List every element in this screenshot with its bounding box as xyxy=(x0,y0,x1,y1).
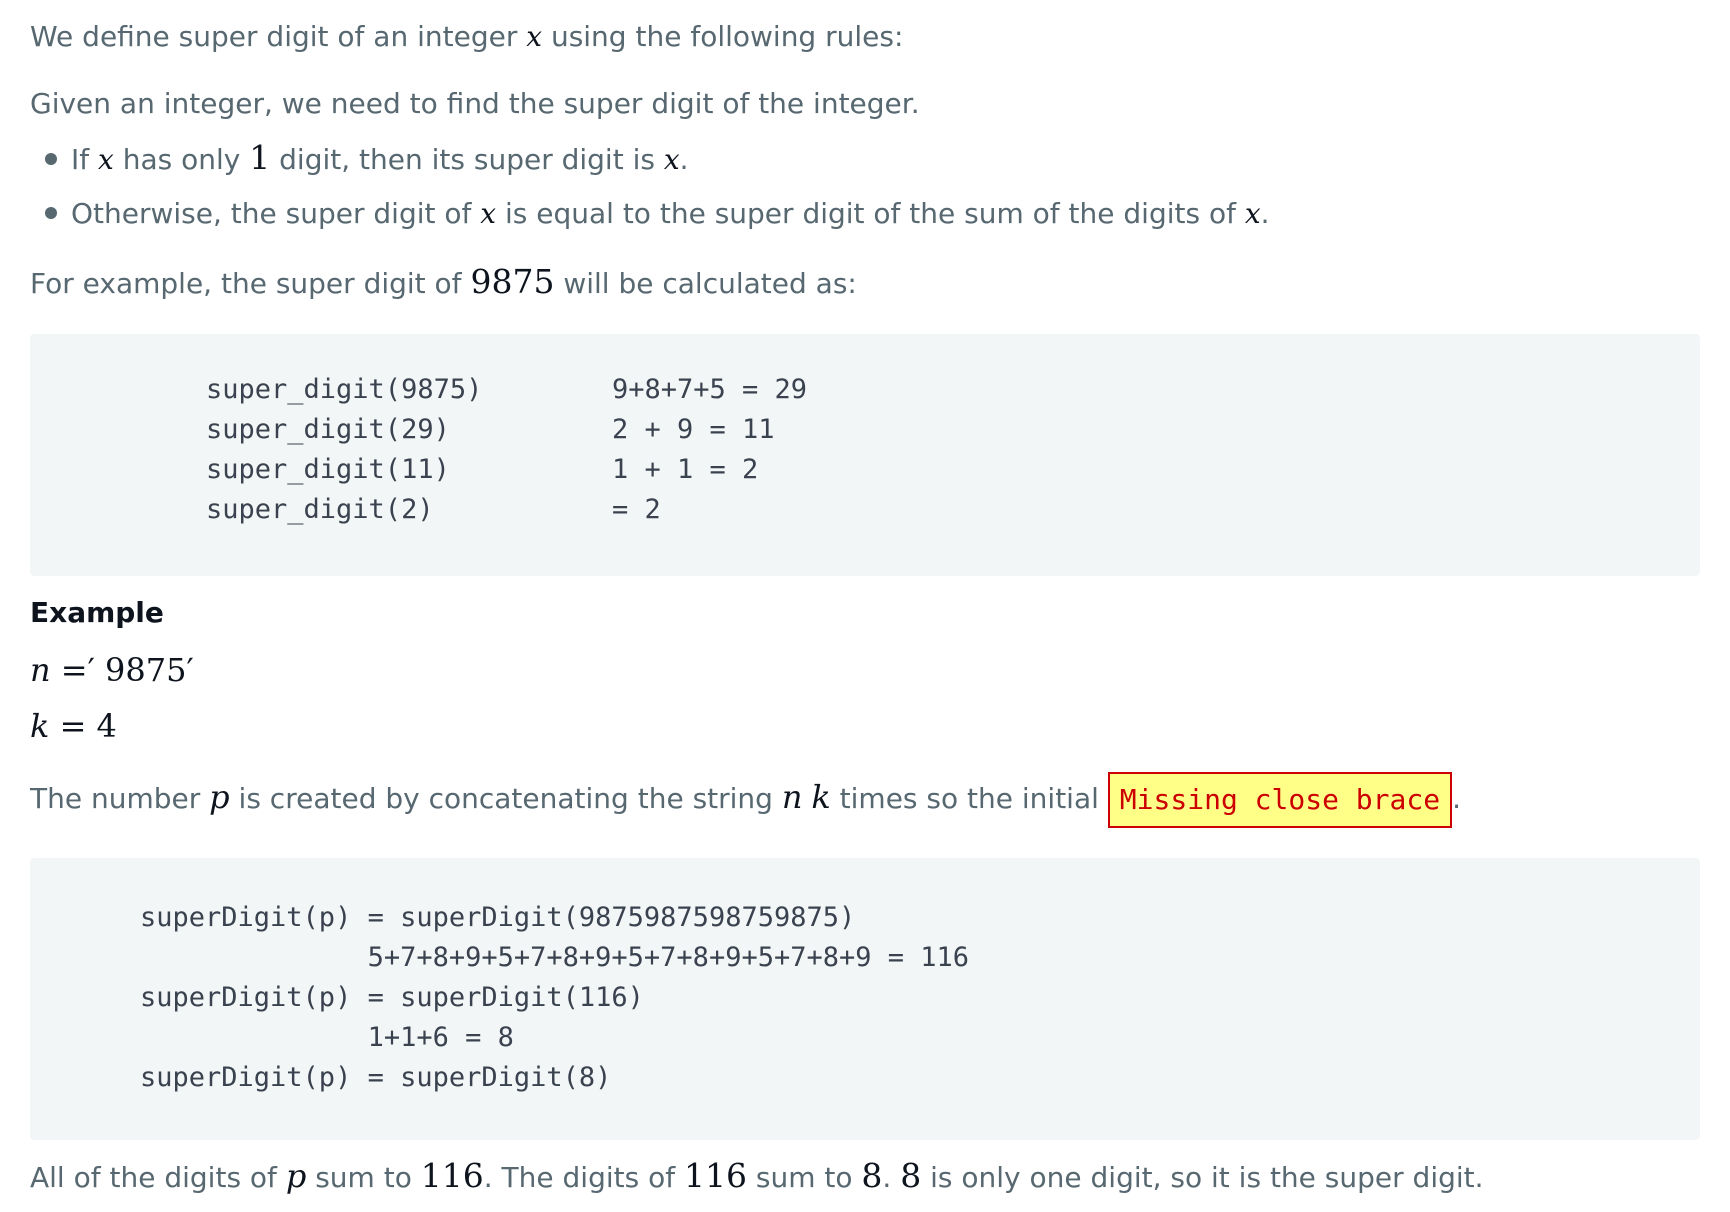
example-heading: Example xyxy=(30,596,164,629)
intro-text: We define super digit of an integer xyxy=(30,20,527,53)
code-line: superDigit(p) = superDigit(9875987598759… xyxy=(140,902,856,933)
math-var-n: n xyxy=(30,651,51,689)
math-render-error-box: Missing close brace xyxy=(1107,772,1453,828)
code-line: = 2 xyxy=(612,494,661,525)
code-block-left-column: super_digit(9875) super_digit(29) super_di… xyxy=(206,370,482,530)
math-number: 116 xyxy=(683,1156,747,1195)
math-var-x: x xyxy=(98,143,114,176)
code-block-calculation: superDigit(p) = superDigit(9875987598759… xyxy=(30,858,1700,1140)
math-number: 8 xyxy=(861,1156,883,1195)
conclusion-text: sum to xyxy=(306,1161,421,1194)
code-line: superDigit(p) = superDigit(8) xyxy=(140,1062,612,1093)
math-var-x: x xyxy=(480,197,497,230)
conclusion-text: . The digits of xyxy=(483,1161,684,1194)
assignment-k: k = 4 xyxy=(30,706,117,746)
code-line: 5+7+8+9+5+7+8+9+5+7+8+9+5+7+8+9 = 116 xyxy=(140,942,970,973)
code-line: super_digit(11) xyxy=(206,454,450,485)
math-var-x: x xyxy=(526,20,543,53)
math-var-k: k xyxy=(811,778,831,816)
code-line: 1+1+6 = 8 xyxy=(140,1022,514,1053)
rule-item-1: If x has only 1 digit, then its super di… xyxy=(30,138,689,180)
math-number: 8 xyxy=(900,1156,922,1195)
math-prime: ′ xyxy=(186,651,194,689)
code-block-right-column: 9+8+7+5 = 29 2 + 9 = 11 1 + 1 = 2 = 2 xyxy=(612,370,807,530)
math-number: 116 xyxy=(420,1156,484,1195)
concat-text: . xyxy=(1452,782,1461,815)
code-line: superDigit(p) = superDigit(116) xyxy=(140,982,644,1013)
bullet-dot xyxy=(45,153,57,165)
intro-definition: We define super digit of an integer x us… xyxy=(30,17,903,57)
concat-explanation: The number p is created by concatenating… xyxy=(30,772,1461,828)
conclusion-text: All of the digits of xyxy=(30,1161,286,1194)
code-block-example: super_digit(9875) super_digit(29) super_di… xyxy=(30,334,1700,576)
code-block-lines: superDigit(p) = superDigit(9875987598759… xyxy=(140,898,969,1098)
example-intro: For example, the super digit of 9875 wil… xyxy=(30,262,857,304)
math-var-k: k xyxy=(30,707,50,745)
math-var-p: p xyxy=(285,1157,307,1195)
math-var-x: x xyxy=(663,143,680,176)
concat-text: times so the initial xyxy=(830,782,1108,815)
assignment-n: n =′ 9875′ xyxy=(30,650,194,690)
intro-text-end: using the following rules: xyxy=(542,20,904,53)
rule-item-2: Otherwise, the super digit of x is equal… xyxy=(30,194,1270,234)
code-line: super_digit(9875) xyxy=(206,374,483,405)
math-number: 9875 xyxy=(105,651,187,689)
rule-text: Otherwise, the super digit of xyxy=(71,197,481,230)
math-operator: =′ xyxy=(50,651,106,689)
rule-text: digit, then its super digit is xyxy=(270,143,664,176)
math-var-x: x xyxy=(1244,197,1261,230)
code-line: 2 + 9 = 11 xyxy=(612,414,775,445)
code-line: super_digit(2) xyxy=(206,494,434,525)
rule-text: is equal to the super digit of the sum o… xyxy=(496,197,1245,230)
rule-text: If xyxy=(71,143,99,176)
math-var-n: n xyxy=(781,778,803,816)
conclusion-text: is only one digit, so it is the super di… xyxy=(921,1161,1484,1194)
code-line: 1 + 1 = 2 xyxy=(612,454,759,485)
rule-text: has only xyxy=(113,143,250,176)
math-var-p: p xyxy=(209,778,230,816)
math-number: 1 xyxy=(249,138,271,177)
rule-text: . xyxy=(679,143,689,176)
concat-text: The number xyxy=(30,782,210,815)
bullet-dot xyxy=(45,207,57,219)
math-number: 9875 xyxy=(470,262,555,301)
conclusion: All of the digits of p sum to 116. The d… xyxy=(30,1156,1484,1198)
conclusion-text: . xyxy=(882,1161,901,1194)
math-operator: = xyxy=(49,707,97,745)
concat-text: is created by concatenating the string xyxy=(229,782,782,815)
rule-text: . xyxy=(1260,197,1270,230)
example-intro-text: For example, the super digit of xyxy=(30,267,471,300)
math-number: 4 xyxy=(96,707,117,745)
intro-goal: Given an integer, we need to find the su… xyxy=(30,87,920,120)
example-intro-text: will be calculated as: xyxy=(554,267,857,300)
conclusion-text: sum to xyxy=(746,1161,862,1194)
code-line: super_digit(29) xyxy=(206,414,450,445)
code-line: 9+8+7+5 = 29 xyxy=(612,374,808,405)
